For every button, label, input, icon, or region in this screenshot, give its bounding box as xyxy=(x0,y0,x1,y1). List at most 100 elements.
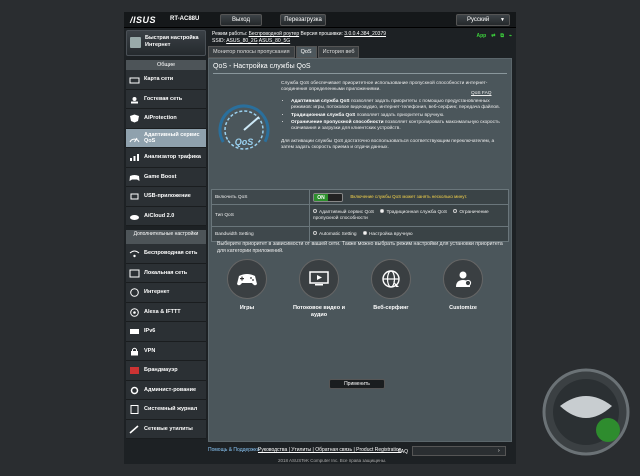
language-value: Русский xyxy=(467,17,490,23)
qos-type-adaptive-radio[interactable]: Адаптивный сервис QoS xyxy=(313,209,374,215)
priority-card-games[interactable]: Игры xyxy=(217,259,277,312)
tab-bandwidth-monitor[interactable]: Монитор полосы пропускания xyxy=(208,46,295,58)
sidebar-item-label: Сетевые утилиты xyxy=(144,425,193,432)
qos-type-label: Тип QoS xyxy=(211,204,310,227)
model-name: RT-AC88U xyxy=(170,16,200,22)
sidebar-item-label: Адаптивный сервис QoS xyxy=(144,131,200,144)
app-icon[interactable]: App xyxy=(476,33,486,39)
sidebar-item-label: Анализатор трафика xyxy=(144,154,201,161)
search-go-icon[interactable]: › xyxy=(498,448,504,454)
sidebar-item-shield[interactable]: AiProtection xyxy=(126,109,206,129)
copyright-text: 2018 ASUSTeK Computer Inc. Все права защ… xyxy=(278,458,387,463)
sidebar-item-label: Админист-рование xyxy=(144,386,197,393)
sidebar-item-tools[interactable]: Сетевые утилиты xyxy=(126,420,206,439)
tab-bar: Монитор полосы пропускания QoS История в… xyxy=(208,46,360,58)
status-info-bar: Режим работы: Беспроводной роутер Версия… xyxy=(208,30,516,44)
network-status-icon[interactable]: ⇄ xyxy=(491,33,495,39)
ssid-5g-link[interactable]: ASUS_80_5G xyxy=(259,38,290,44)
reboot-button[interactable]: Перезагрузка xyxy=(280,14,326,26)
faq-label: FAQ xyxy=(398,449,409,455)
qos-panel: QoS - Настройка службы QoS QoS Служба Qo… xyxy=(208,58,512,442)
sidebar-item-traffic-analyzer[interactable]: Анализатор трафика xyxy=(126,148,206,168)
priority-cards: Игры Потоковое видео и аудио Веб-серфинг xyxy=(217,259,507,359)
quick-setup-button[interactable]: Быстрая настройка Интернет xyxy=(126,30,206,56)
status-icons: App ⇄ ⧉ ⌁ xyxy=(476,33,512,39)
shield-icon xyxy=(129,114,140,123)
bandwidth-manual-radio[interactable]: Настройка вручную xyxy=(362,231,413,237)
watermark-logo xyxy=(542,368,630,456)
qos-type-traditional-radio[interactable]: Традиционная служба QoS xyxy=(380,209,447,215)
priority-card-web-surfing[interactable]: Веб-серфинг xyxy=(361,259,421,312)
link-status-icon[interactable]: ⌁ xyxy=(509,33,512,39)
vpn-icon xyxy=(129,347,140,356)
sidebar-item-label: Game Boost xyxy=(144,173,177,180)
sidebar-item-cloud[interactable]: AiCloud 2.0 xyxy=(126,207,206,226)
sidebar-item-firewall[interactable]: Брандмауэр xyxy=(126,361,206,381)
sidebar-item-label: Беспроводная сеть xyxy=(144,250,198,257)
admin-icon xyxy=(129,386,140,395)
bandwidth-setting-label: Bandwidth Setting xyxy=(211,226,310,242)
lan-icon xyxy=(129,269,140,278)
enable-qos-row: Включить QoS ON Включение службы QoS мож… xyxy=(211,189,509,205)
ssid-2g-link[interactable]: ASUS_80_2G xyxy=(226,38,257,44)
usb-icon xyxy=(129,192,140,201)
sidebar-item-usb[interactable]: USB-приложение xyxy=(126,187,206,207)
qos-bullets: Адаптивная служба QoS позволяет задать п… xyxy=(281,99,507,133)
apply-button[interactable]: Применить xyxy=(329,379,385,389)
qos-faq-link[interactable]: QoS FAQ xyxy=(471,91,492,97)
sidebar-item-wireless[interactable]: Беспроводная сеть xyxy=(126,244,206,264)
sidebar-item-admin[interactable]: Админист-рование xyxy=(126,381,206,400)
priority-card-streaming[interactable]: Потоковое видео и аудио xyxy=(289,259,349,319)
mode-label: Режим работы: xyxy=(212,31,248,37)
sidebar-item-vpn[interactable]: VPN xyxy=(126,342,206,361)
qos-bullet: Ограничение пропускной способности позво… xyxy=(291,120,507,133)
qos-description: Служба QoS обеспечивает приоритетное исп… xyxy=(281,81,507,152)
bandwidth-automatic-radio[interactable]: Automatic Setting xyxy=(313,231,357,237)
logout-button[interactable]: Выход xyxy=(220,14,262,26)
priority-card-label: Игры xyxy=(239,305,255,311)
router-admin-window: /ISUS RT-AC88U Выход Перезагрузка Русски… xyxy=(124,12,516,464)
sidebar-item-network-map[interactable]: Карта сети xyxy=(126,70,206,90)
top-header: /ISUS RT-AC88U Выход Перезагрузка Русски… xyxy=(124,12,516,28)
qos-bullet: Адаптивная служба QoS позволяет задать п… xyxy=(291,99,507,112)
enable-qos-toggle[interactable]: ON xyxy=(313,192,343,202)
sidebar-item-alexa[interactable]: Alexa & IFTTT xyxy=(126,303,206,322)
priority-card-label: Customize xyxy=(449,305,477,311)
globe-icon xyxy=(129,288,140,297)
faq-search-input[interactable]: › xyxy=(412,446,506,456)
alexa-icon xyxy=(129,307,140,317)
sidebar-item-lan[interactable]: Локальная сеть xyxy=(126,264,206,283)
firmware-label: Версия прошивки: xyxy=(300,31,343,37)
tab-qos[interactable]: QoS xyxy=(295,46,317,58)
sidebar-item-gamepad[interactable]: Game Boost xyxy=(126,168,206,187)
mode-link[interactable]: Беспроводной роутер xyxy=(249,31,300,37)
qos-bullet: Традиционная служба QoS позволяет задать… xyxy=(291,113,507,119)
traffic-analyzer-icon xyxy=(129,153,140,162)
gamepad-icon xyxy=(129,173,140,182)
sidebar-item-guest-network[interactable]: Гостевая сеть xyxy=(126,90,206,109)
firmware-link[interactable]: 3.0.0.4.384_20379 xyxy=(344,31,386,37)
help-support-link[interactable]: Помощь & Поддержка xyxy=(208,447,260,453)
advanced-nav-list: Беспроводная сеть Локальная сеть Интернет A… xyxy=(126,244,206,439)
usb-status-icon[interactable]: ⧉ xyxy=(500,33,504,39)
footer-links[interactable]: Руководства | Утилиты | Обратная связь |… xyxy=(258,447,401,453)
sidebar-item-ipv6[interactable]: IPv6 xyxy=(126,322,206,342)
sidebar-item-label: Гостевая сеть xyxy=(144,95,183,102)
language-select[interactable]: Русский ▼ xyxy=(456,14,510,26)
sidebar-item-label: IPv6 xyxy=(144,328,156,335)
wireless-icon xyxy=(129,249,140,258)
general-nav-list: Карта сети Гостевая сеть AiProtection Адапт… xyxy=(126,70,206,226)
sidebar-item-label: Системный журнал xyxy=(144,406,198,413)
sidebar-item-label: Локальная сеть xyxy=(144,269,188,276)
priority-instructions: Выберите приоритет в зависимости от ваше… xyxy=(217,241,503,254)
toggle-on-label: ON xyxy=(314,193,328,201)
tab-web-history[interactable]: История веб xyxy=(317,46,360,58)
sidebar-item-qos[interactable]: Адаптивный сервис QoS xyxy=(126,128,206,148)
guest-network-icon xyxy=(129,95,140,104)
sidebar-item-label: USB-приложение xyxy=(144,193,191,200)
sidebar-item-syslog[interactable]: Системный журнал xyxy=(126,400,206,420)
sidebar-item-globe[interactable]: Интернет xyxy=(126,283,206,303)
asus-logo: /ISUS xyxy=(130,15,157,25)
qos-icon xyxy=(129,134,140,143)
priority-card-customize[interactable]: Customize xyxy=(433,259,493,312)
